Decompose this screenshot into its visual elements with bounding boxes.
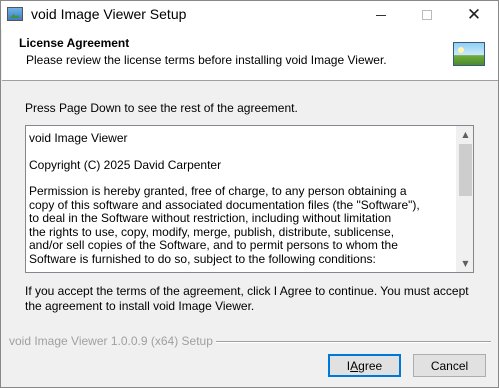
scrollbar-thumb[interactable] (459, 144, 472, 196)
license-textbox[interactable]: void Image Viewer Copyright (C) 2025 Dav… (25, 125, 474, 273)
license-scrollbar[interactable]: ▲ ▼ (456, 126, 473, 272)
footer-brand-text: void Image Viewer 1.0.0.9 (x64) Setup (9, 334, 216, 348)
cancel-button[interactable]: Cancel (413, 354, 486, 377)
scroll-down-icon[interactable]: ▼ (457, 255, 473, 272)
instruction-text: Press Page Down to see the rest of the a… (25, 101, 298, 115)
license-paragraph: Copyright (C) 2025 David Carpenter (29, 157, 222, 172)
footer-branding: void Image Viewer 1.0.0.9 (x64) Setup (9, 334, 491, 348)
minimize-icon (376, 14, 386, 16)
window-title: void Image Viewer Setup (31, 6, 187, 22)
close-button[interactable]: ✕ (451, 1, 497, 29)
agree-label-suffix: gree (358, 358, 383, 373)
license-text: void Image Viewer Copyright (C) 2025 Dav… (29, 131, 455, 272)
setup-window: void Image Viewer Setup ✕ License Agreem… (0, 0, 499, 388)
maximize-button (404, 1, 450, 29)
app-icon (7, 7, 23, 21)
scroll-up-icon[interactable]: ▲ (457, 126, 473, 143)
installer-image-icon (453, 42, 485, 66)
minimize-button[interactable] (358, 1, 404, 29)
close-icon: ✕ (466, 4, 482, 25)
page-subtitle: Please review the license terms before i… (26, 53, 387, 67)
agree-label-accesskey: A (350, 358, 359, 373)
page-header: License Agreement Please review the lice… (2, 29, 498, 81)
agree-button[interactable]: I Agree (328, 354, 401, 377)
license-paragraph: Permission is hereby granted, free of ch… (29, 184, 420, 266)
title-bar: void Image Viewer Setup ✕ (1, 1, 498, 29)
page-title: License Agreement (19, 36, 130, 50)
maximize-icon (422, 10, 432, 20)
accept-instructions: If you accept the terms of the agreement… (25, 284, 469, 313)
license-paragraph: void Image Viewer (29, 131, 128, 145)
